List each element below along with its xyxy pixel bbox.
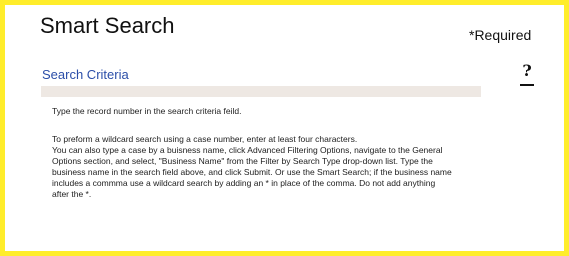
instruction-line: Type the record number in the search cri… bbox=[52, 106, 242, 116]
question-mark-icon[interactable]: ? bbox=[519, 63, 535, 86]
instruction-paragraph-line: To preform a wildcard search using a cas… bbox=[52, 134, 358, 144]
instruction-paragraph-line: after the *. bbox=[52, 189, 92, 199]
search-criteria-label: Search Criteria bbox=[42, 67, 129, 82]
instruction-paragraph-line: Options section, and select, "Business N… bbox=[52, 156, 433, 166]
wildcard-instructions: To preform a wildcard search using a cas… bbox=[52, 134, 552, 200]
instruction-paragraph-line: includes a commma use a wildcard search … bbox=[52, 178, 436, 188]
instruction-paragraph-line: You can also type a case by a buisness n… bbox=[52, 145, 443, 155]
search-criteria-input[interactable] bbox=[41, 86, 481, 97]
smart-search-panel: Smart Search *Required Search Criteria ?… bbox=[0, 0, 569, 256]
instruction-paragraph-line: business name in the search field above,… bbox=[52, 167, 452, 177]
page-title: Smart Search bbox=[40, 13, 175, 38]
required-note: *Required bbox=[469, 27, 532, 43]
